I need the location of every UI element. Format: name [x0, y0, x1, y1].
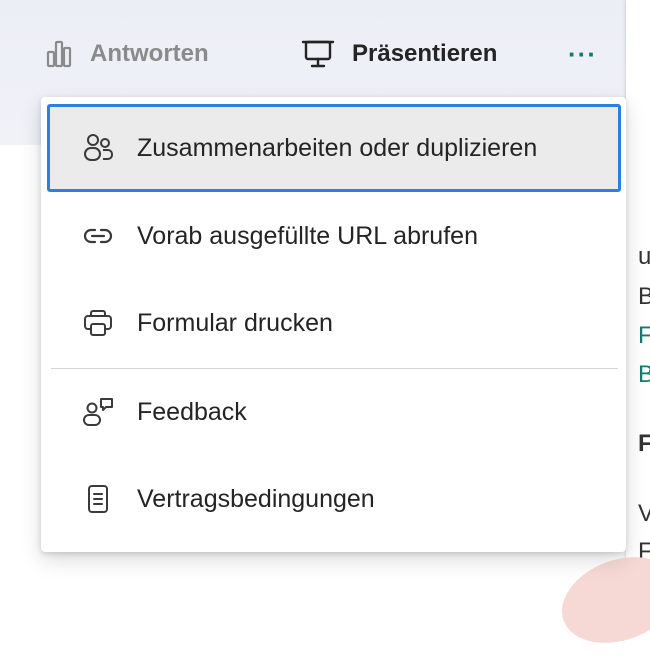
right-panel-link[interactable]: F: [638, 322, 650, 350]
menu-item-label: Zusammenarbeiten oder duplizieren: [137, 133, 538, 162]
document-icon: [81, 482, 115, 516]
menu-item-label: Vorab ausgefüllte URL abrufen: [137, 221, 478, 250]
answers-tab[interactable]: Antworten: [44, 28, 209, 80]
menu-item-label: Formular drucken: [137, 308, 333, 337]
menu-item-collaborate-or-duplicate[interactable]: Zusammenarbeiten oder duplizieren: [47, 104, 621, 192]
presentation-monitor-icon: [300, 38, 336, 70]
right-panel-heading: F: [638, 430, 650, 457]
person-feedback-icon: [81, 395, 115, 429]
menu-item-prefilled-url[interactable]: Vorab ausgefüllte URL abrufen: [47, 192, 621, 280]
menu-item-print-form[interactable]: Formular drucken: [47, 279, 621, 367]
right-panel-text: u: [638, 243, 650, 270]
menu-item-feedback[interactable]: Feedback: [47, 368, 621, 456]
more-options-button[interactable]: ···: [568, 28, 597, 80]
background-decoration: [549, 541, 650, 658]
more-options-icon: ···: [568, 38, 597, 69]
right-panel: u B F B F V F: [626, 0, 650, 586]
menu-item-terms[interactable]: Vertragsbedingungen: [47, 455, 621, 543]
bar-chart-icon: [44, 40, 74, 68]
more-options-menu: Zusammenarbeiten oder duplizieren Vorab …: [41, 97, 626, 552]
link-icon: [81, 219, 115, 253]
menu-item-label: Vertragsbedingungen: [137, 484, 375, 513]
right-panel-link[interactable]: B: [638, 361, 650, 389]
people-collaborate-icon: [81, 131, 115, 165]
right-panel-text: V: [638, 500, 650, 527]
answers-label: Antworten: [90, 40, 209, 67]
right-panel-text: B: [638, 283, 650, 310]
menu-item-label: Feedback: [137, 397, 247, 426]
present-label: Präsentieren: [352, 40, 498, 67]
present-button[interactable]: Präsentieren: [300, 28, 497, 80]
printer-icon: [81, 306, 115, 340]
